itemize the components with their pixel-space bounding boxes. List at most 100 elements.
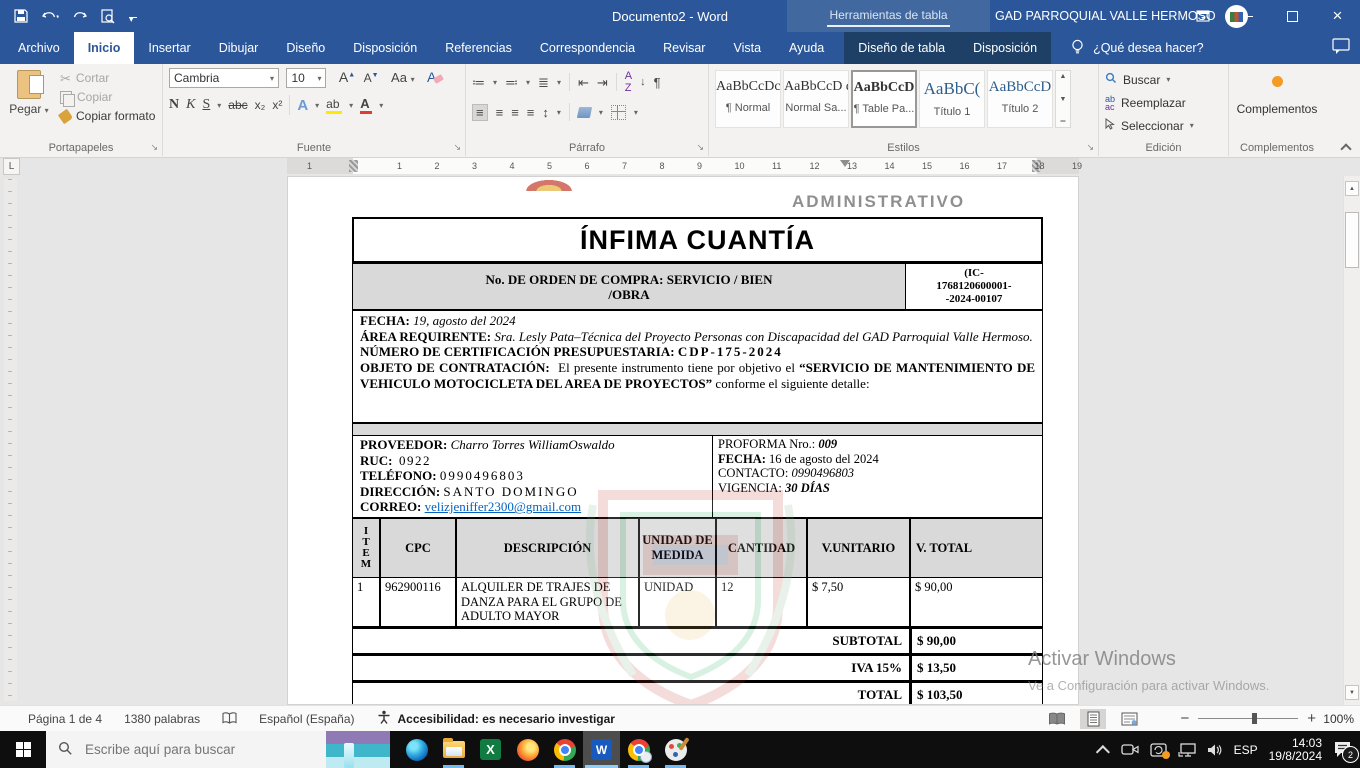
tab-disposicion-tabla[interactable]: Disposición — [959, 32, 1051, 64]
tab-correspondencia[interactable]: Correspondencia — [526, 32, 649, 64]
zoom-in-button[interactable]: + — [1307, 710, 1316, 727]
taskbar-word-icon[interactable]: W — [583, 731, 620, 768]
numbering-icon[interactable] — [505, 76, 518, 89]
tab-ayuda[interactable]: Ayuda — [775, 32, 838, 64]
show-marks-icon[interactable] — [654, 76, 661, 89]
hidden-icons-chevron[interactable] — [1095, 745, 1109, 759]
close-button[interactable]: × — [1315, 0, 1360, 32]
tell-me-box[interactable]: ¿Qué desea hacer? — [1071, 32, 1204, 64]
comments-icon[interactable] — [1332, 38, 1350, 58]
scroll-down-button[interactable]: ▼ — [1345, 685, 1359, 700]
zoom-level[interactable]: 100% — [1323, 712, 1354, 726]
font-size-combo[interactable]: 10▾ — [286, 68, 326, 88]
redo-icon[interactable] — [73, 10, 87, 23]
clipboard-dialog-launcher[interactable]: ↘ — [150, 142, 158, 153]
addins-button[interactable]: Complementos — [1235, 68, 1319, 116]
cut-button[interactable]: Cortar — [60, 71, 156, 85]
sort-icon[interactable]: AZ — [625, 70, 632, 94]
email-link[interactable]: velizjeniffer2300@gmail.com — [425, 499, 582, 514]
style-normal[interactable]: AaBbCcDc¶ Normal — [715, 70, 781, 128]
change-case-button[interactable]: Aa ▾ — [391, 70, 415, 85]
customize-qat-icon[interactable]: ▾ — [129, 14, 137, 18]
start-button[interactable] — [0, 731, 46, 768]
read-mode-icon[interactable] — [1044, 709, 1070, 729]
minimize-button[interactable] — [1225, 0, 1270, 32]
accessibility-status[interactable]: Accesibilidad: es necesario investigar — [377, 710, 615, 727]
notification-icon[interactable]: 2 — [1333, 741, 1352, 758]
meet-now-icon[interactable] — [1121, 743, 1139, 756]
scroll-up-button[interactable]: ▲ — [1345, 181, 1359, 196]
update-icon[interactable] — [1150, 743, 1167, 757]
print-layout-icon[interactable] — [1080, 709, 1106, 729]
paste-button[interactable]: Pegar ▾ — [6, 68, 52, 116]
zoom-out-button[interactable]: − — [1180, 710, 1189, 727]
subscript-button[interactable]: x₂ — [255, 98, 266, 112]
scrollbar-thumb[interactable] — [1345, 212, 1359, 268]
left-margin-marker[interactable] — [349, 160, 358, 172]
underline-button[interactable]: S — [202, 97, 210, 113]
taskbar-firefox-icon[interactable] — [509, 731, 546, 768]
replace-button[interactable]: abacReemplazar — [1105, 93, 1222, 112]
copy-button[interactable]: Copiar — [60, 90, 156, 104]
justify-icon[interactable] — [527, 106, 535, 119]
zoom-slider[interactable] — [1198, 718, 1298, 719]
bullets-icon[interactable] — [472, 76, 485, 89]
save-icon[interactable] — [14, 9, 28, 23]
restore-button[interactable] — [1270, 0, 1315, 32]
taskbar-paint-icon[interactable] — [657, 731, 694, 768]
line-spacing-icon[interactable] — [542, 106, 549, 119]
align-right-icon[interactable] — [511, 106, 519, 119]
undo-icon[interactable] — [42, 10, 59, 23]
shrink-font-button[interactable]: A▼ — [364, 71, 379, 85]
borders-icon[interactable] — [611, 105, 626, 120]
word-count[interactable]: 1380 palabras — [124, 712, 200, 726]
document-page[interactable]: ADMINISTRATIVO ÍNFIMA CUANTÍA No. DE ORD… — [287, 176, 1079, 705]
superscript-button[interactable]: x² — [272, 98, 282, 112]
decrease-indent-icon[interactable] — [578, 76, 589, 89]
style-normal-sa[interactable]: AaBbCcD dENormal Sa... — [783, 70, 849, 128]
font-color-button[interactable]: A — [360, 96, 372, 114]
text-effects-button[interactable]: A — [297, 97, 308, 114]
style-table-paragraph[interactable]: AaBbCcD¶ Table Pa... — [851, 70, 917, 128]
strikethrough-button[interactable]: abc — [228, 98, 247, 112]
tab-diseno[interactable]: Diseño — [272, 32, 339, 64]
tab-dibujar[interactable]: Dibujar — [205, 32, 273, 64]
tab-disposicion[interactable]: Disposición — [339, 32, 431, 64]
collapse-ribbon-icon[interactable] — [1341, 142, 1350, 151]
align-center-icon[interactable] — [496, 106, 504, 119]
highlight-button[interactable]: ab — [326, 97, 342, 114]
clock[interactable]: 14:03 19/8/2024 — [1269, 737, 1322, 763]
taskbar-excel-icon[interactable]: X — [472, 731, 509, 768]
multilevel-list-icon[interactable] — [538, 76, 549, 89]
grow-font-button[interactable]: A▲ — [339, 69, 355, 85]
tab-insertar[interactable]: Insertar — [134, 32, 204, 64]
italic-button[interactable]: K — [186, 97, 195, 113]
vertical-scrollbar[interactable]: ▲ ▼ — [1343, 176, 1360, 705]
web-layout-icon[interactable] — [1116, 709, 1142, 729]
tab-referencias[interactable]: Referencias — [431, 32, 526, 64]
language-switcher[interactable]: ESP — [1234, 743, 1258, 757]
tab-vista[interactable]: Vista — [719, 32, 775, 64]
tab-revisar[interactable]: Revisar — [649, 32, 719, 64]
search-highlight-image[interactable] — [326, 731, 390, 768]
tab-inicio[interactable]: Inicio — [74, 32, 135, 64]
zoom-slider-handle[interactable] — [1252, 713, 1257, 724]
taskbar-explorer-icon[interactable] — [435, 731, 472, 768]
tab-diseno-de-tabla[interactable]: Diseño de tabla — [844, 32, 959, 64]
paragraph-dialog-launcher[interactable]: ↘ — [696, 142, 704, 153]
clear-formatting-button[interactable]: A — [427, 69, 443, 85]
taskbar-chrome-remote-icon[interactable] — [620, 731, 657, 768]
font-name-combo[interactable]: Cambria▾ — [169, 68, 279, 88]
find-button[interactable]: Buscar▾ — [1105, 70, 1222, 89]
increase-indent-icon[interactable] — [597, 76, 608, 89]
font-dialog-launcher[interactable]: ↘ — [453, 142, 461, 153]
style-titulo-2[interactable]: AaBbCcDTítulo 2 — [987, 70, 1053, 128]
print-preview-icon[interactable] — [101, 9, 115, 24]
styles-gallery-scroll[interactable]: ▲▼═ — [1055, 70, 1071, 128]
shading-icon[interactable] — [577, 107, 592, 118]
taskbar-chrome-icon[interactable] — [546, 731, 583, 768]
bold-button[interactable]: N — [169, 97, 179, 113]
taskbar-search[interactable] — [46, 731, 390, 768]
align-left-icon[interactable] — [472, 104, 488, 121]
page-indicator[interactable]: Página 1 de 4 — [28, 712, 102, 726]
